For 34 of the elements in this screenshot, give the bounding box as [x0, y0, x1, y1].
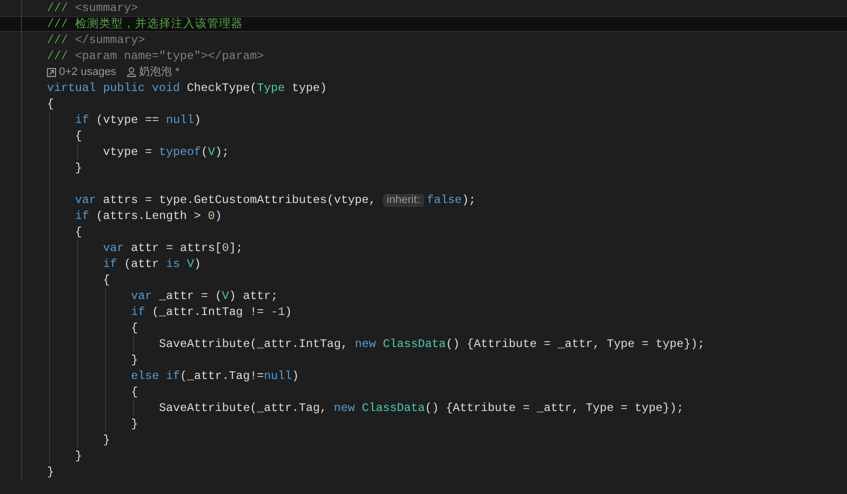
code-line: }: [75, 448, 82, 464]
code-line: }: [47, 464, 54, 480]
code-line: /// </summary>: [47, 32, 145, 48]
code-line: }: [75, 160, 82, 176]
code-line: {: [47, 96, 54, 112]
code-line: }: [131, 416, 138, 432]
code-text: var attrs = type.GetCustomAttributes(vtype,: [75, 192, 377, 208]
code-line: SaveAttribute(_attr.IntTag, new ClassData() {Attribute = _attr, Type = type});: [159, 336, 705, 352]
code-line: if (vtype == null): [75, 112, 201, 128]
code-line: vtype = typeof(V);: [103, 144, 229, 160]
code-line: {: [75, 224, 82, 240]
code-line: /// <summary>: [47, 0, 138, 16]
person-icon: [127, 67, 136, 77]
code-line: virtual public void CheckType(Type type): [47, 80, 327, 96]
code-line: {: [131, 384, 138, 400]
code-line: var _attr = (V) attr;: [131, 288, 278, 304]
inlay-hint: inherit:: [382, 194, 424, 206]
code-line: if (_attr.IntTag != -1): [131, 304, 292, 320]
code-line: }: [103, 432, 110, 448]
arrow-box-icon[interactable]: [47, 68, 56, 76]
code-line: {: [75, 128, 82, 144]
code-line: /// 检测类型，并选择注入该管理器: [47, 16, 243, 32]
code-line: /// <param name="type"></param>: [47, 48, 264, 64]
usages-link[interactable]: 0+2 usages: [59, 64, 116, 80]
code-line: {: [103, 272, 110, 288]
code-line: var attr = attrs[0];: [103, 240, 243, 256]
author-link[interactable]: 奶泡泡 *: [139, 64, 180, 80]
code-line: }: [131, 352, 138, 368]
code-line: if (attr is V): [103, 256, 201, 272]
code-line: {: [131, 320, 138, 336]
code-text: false);: [426, 192, 476, 208]
code-line: SaveAttribute(_attr.Tag, new ClassData() {Attribute = _attr, Type = type});: [159, 400, 684, 416]
code-line: if (attrs.Length > 0): [75, 208, 222, 224]
code-line: else if(_attr.Tag!=null): [131, 368, 299, 384]
